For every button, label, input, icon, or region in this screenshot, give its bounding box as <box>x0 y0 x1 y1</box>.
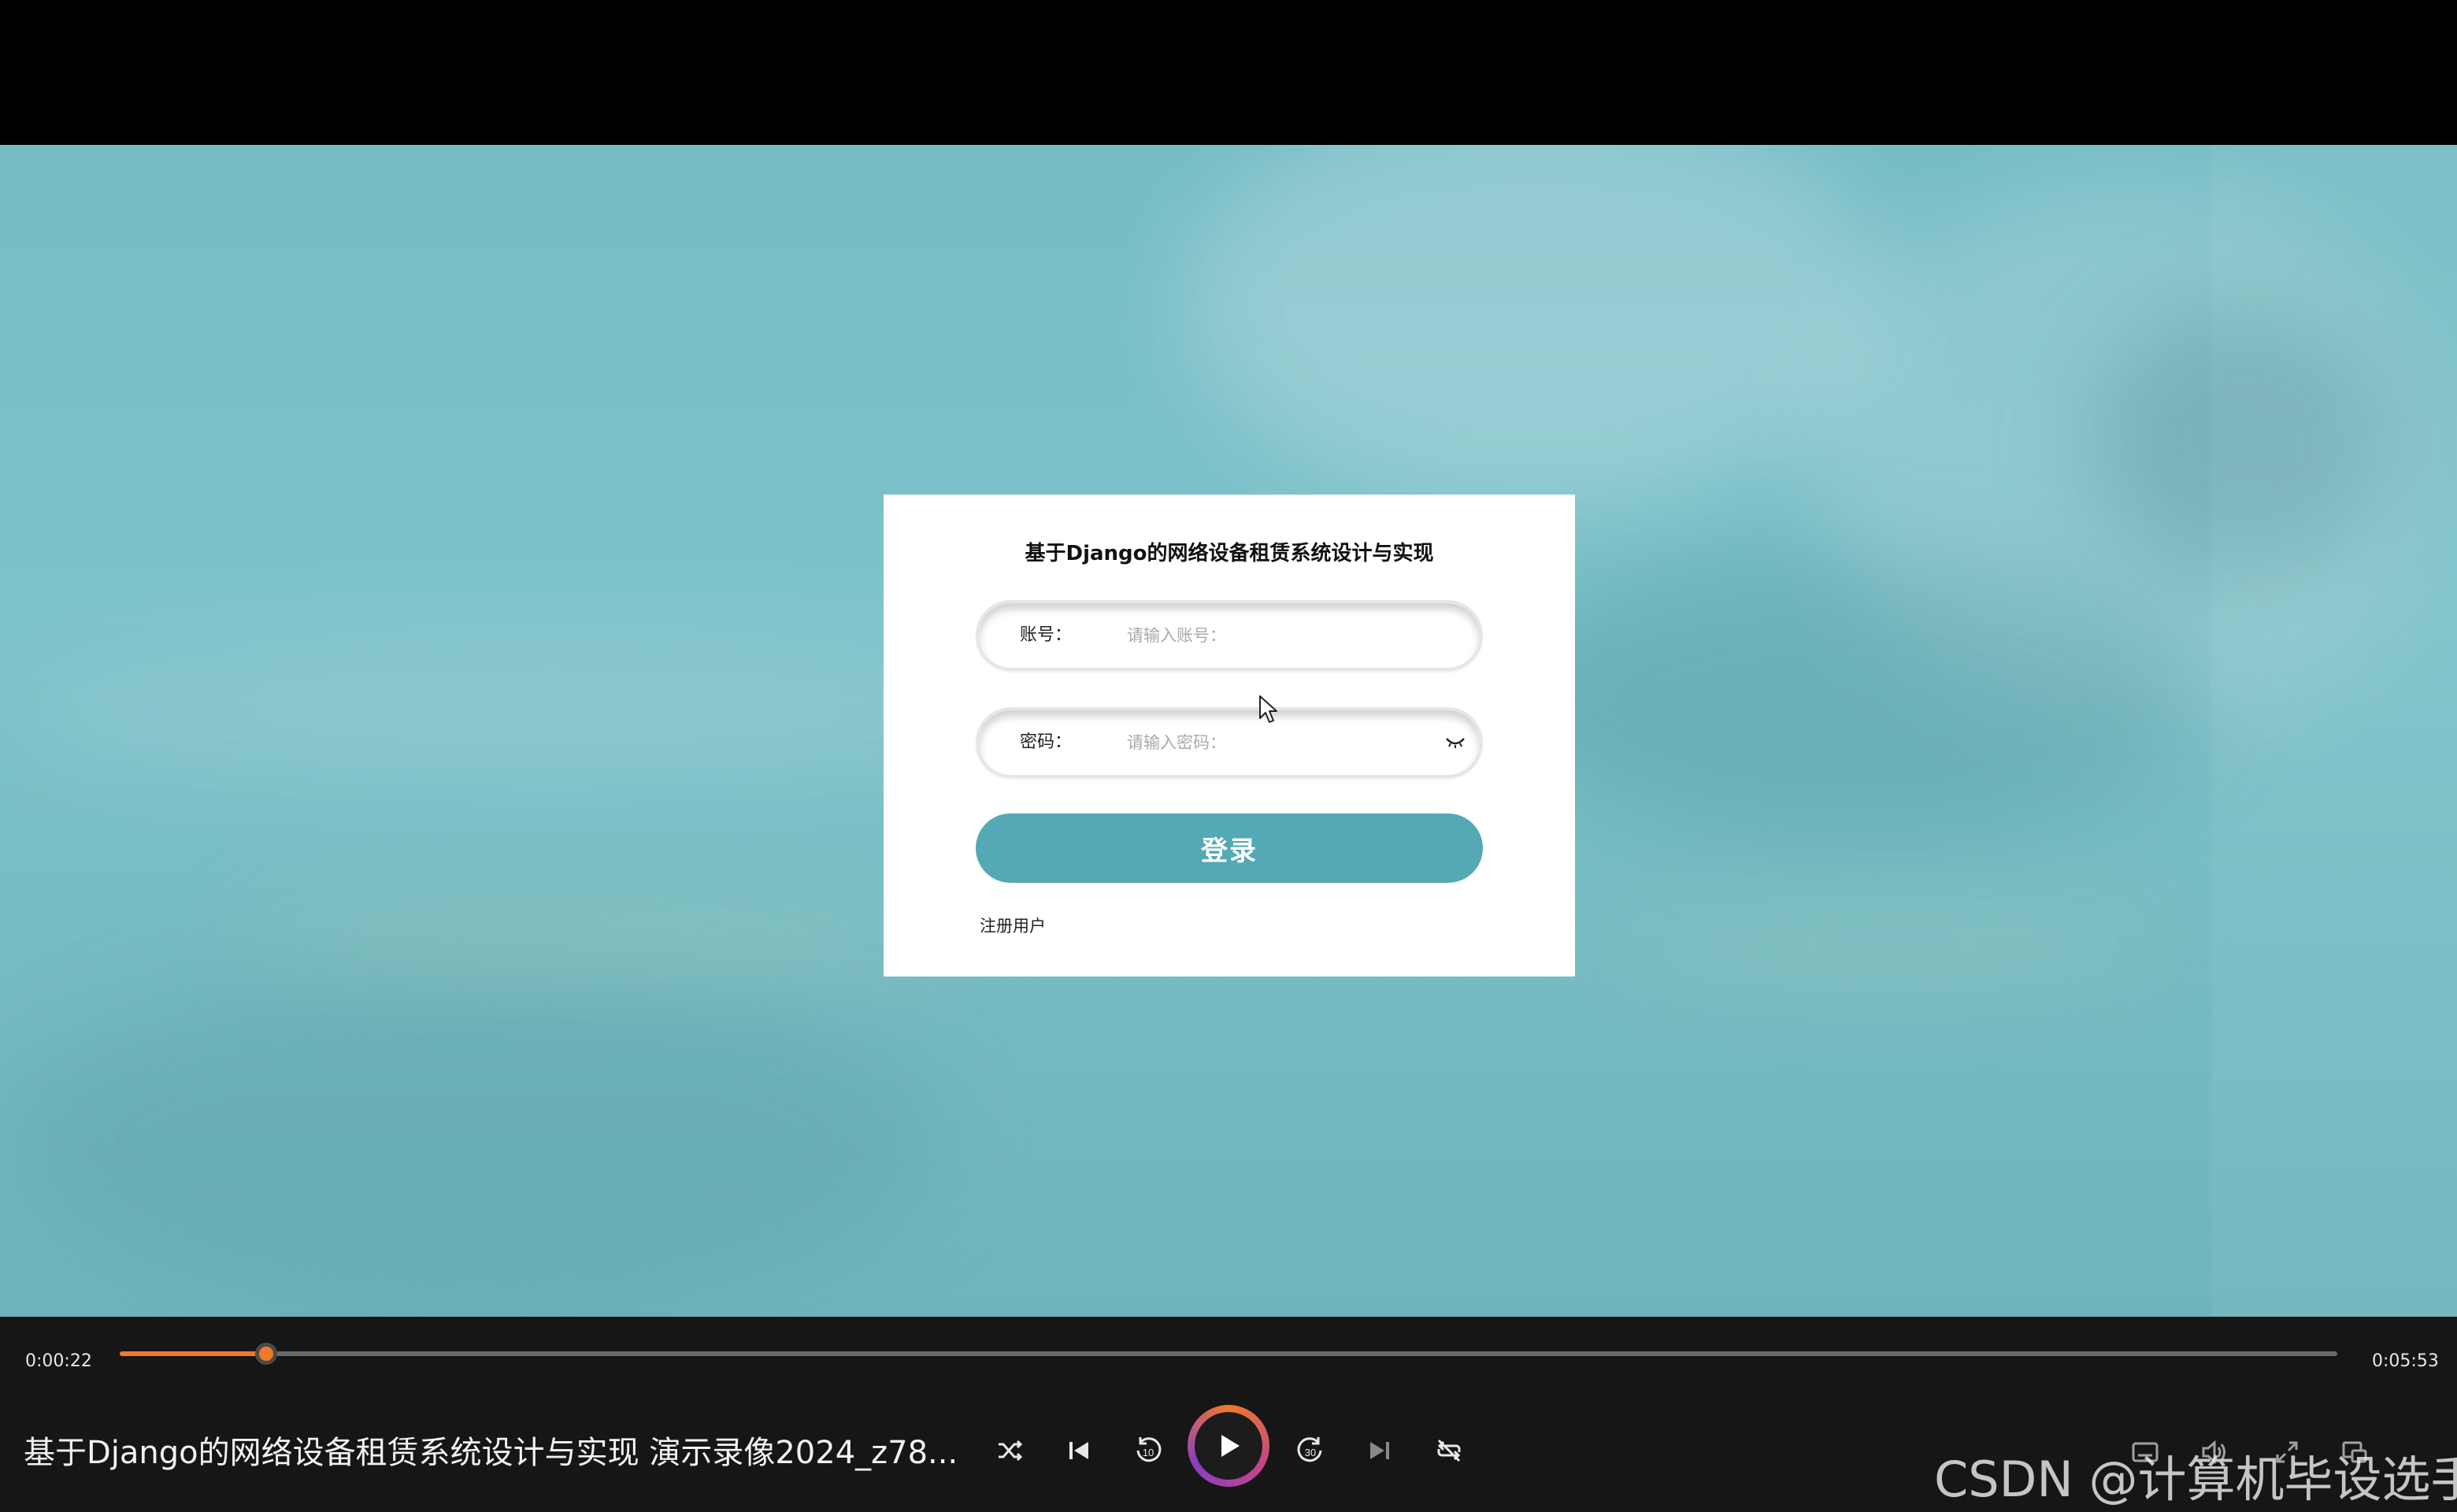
progress-bar[interactable] <box>120 1343 2337 1365</box>
background-edge <box>2211 145 2457 1317</box>
progress-thumb[interactable] <box>254 1343 277 1365</box>
forward-30-icon: 30 <box>1297 1437 1322 1462</box>
background-blur <box>236 917 945 964</box>
current-time: 0:00:22 <box>25 1351 92 1371</box>
eye-closed-icon[interactable] <box>1445 736 1466 750</box>
repeat-off-icon <box>1437 1439 1461 1462</box>
next-button[interactable] <box>1358 1429 1402 1473</box>
play-icon <box>1221 1435 1240 1457</box>
background-blur <box>0 972 945 1303</box>
svg-text:10: 10 <box>1143 1447 1154 1458</box>
account-input[interactable] <box>1127 620 1426 651</box>
login-button[interactable]: 登录 <box>976 813 1483 883</box>
rewind-10-icon: 10 <box>1136 1437 1162 1462</box>
shuffle-button[interactable] <box>988 1429 1032 1473</box>
play-button[interactable] <box>1188 1405 1269 1487</box>
account-field[interactable]: 账号： <box>976 600 1483 671</box>
svg-text:30: 30 <box>1305 1447 1316 1458</box>
media-player-controls: 0:00:22 0:05:53 基于Django的网络设备租赁系统设计与实现 演… <box>0 1317 2457 1512</box>
previous-button[interactable] <box>1057 1429 1101 1473</box>
login-title: 基于Django的网络设备租赁系统设计与实现 <box>1025 542 1434 565</box>
total-time: 0:05:53 <box>2372 1351 2439 1371</box>
account-label: 账号： <box>1020 625 1073 645</box>
password-input[interactable] <box>1127 727 1426 758</box>
background-blur <box>1181 145 1890 507</box>
watermark: CSDN @计算机毕设选手 <box>1934 1451 2457 1508</box>
login-card: 基于Django的网络设备租赁系统设计与实现 账号： 密码： 登录 注册用户 <box>884 495 1575 976</box>
background-blur <box>1614 917 2166 972</box>
mouse-cursor-icon <box>1259 695 1277 723</box>
forward-30-button[interactable]: 30 <box>1288 1429 1332 1473</box>
video-title: 基于Django的网络设备租赁系统设计与实现 演示录像2024_z78... <box>24 1435 958 1471</box>
play-button-inner <box>1195 1412 1262 1480</box>
password-field[interactable]: 密码： <box>976 707 1483 778</box>
progress-fill <box>120 1351 266 1356</box>
rewind-10-button[interactable]: 10 <box>1126 1429 1170 1473</box>
background-blur <box>1496 554 2205 838</box>
next-icon <box>1370 1442 1389 1459</box>
repeat-button[interactable] <box>1427 1429 1471 1473</box>
top-letterbox <box>0 0 2457 145</box>
previous-icon <box>1069 1442 1088 1459</box>
register-link[interactable]: 注册用户 <box>980 914 1046 937</box>
password-label: 密码： <box>1020 732 1073 752</box>
shuffle-icon <box>999 1440 1023 1462</box>
